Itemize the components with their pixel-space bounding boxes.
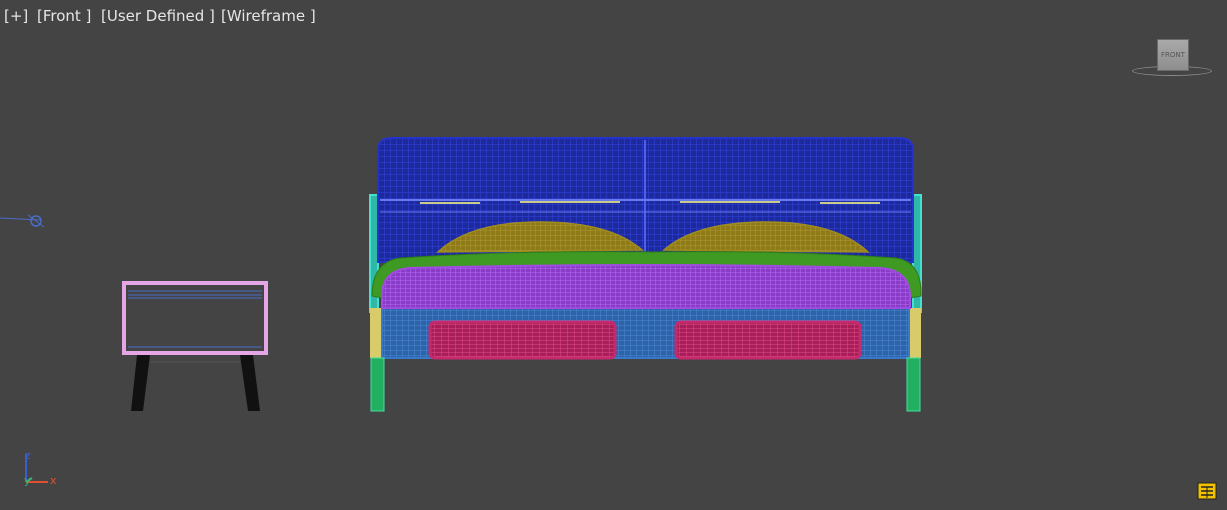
axis-x-label: x: [50, 474, 57, 487]
grid-panel-icon[interactable]: [1197, 482, 1217, 500]
axis-z-label: z: [25, 449, 31, 462]
bed-leg-left: [370, 357, 385, 412]
bed[interactable]: [369, 137, 922, 412]
viewcube-front-face[interactable]: FRONT: [1157, 39, 1189, 71]
side-block-right: [909, 308, 921, 358]
axis-y-label: y: [24, 474, 31, 487]
bed-leg-right: [906, 357, 921, 412]
nightstand-leg-right: [240, 355, 260, 411]
nightstand[interactable]: [122, 281, 268, 411]
viewcube-icon[interactable]: FRONT: [1130, 36, 1212, 80]
side-block-left: [370, 308, 382, 358]
light-object-icon[interactable]: [0, 214, 45, 228]
axis-tripod-icon: z y x: [18, 448, 68, 492]
scene-wireframe[interactable]: [0, 0, 1227, 510]
front-viewport[interactable]: [+] [Front ] [User Defined ] [Wireframe …: [0, 0, 1227, 510]
drawer-right: [674, 320, 862, 360]
mattress: [381, 264, 911, 309]
nightstand-leg-left: [131, 355, 150, 411]
drawer-left: [428, 320, 617, 360]
